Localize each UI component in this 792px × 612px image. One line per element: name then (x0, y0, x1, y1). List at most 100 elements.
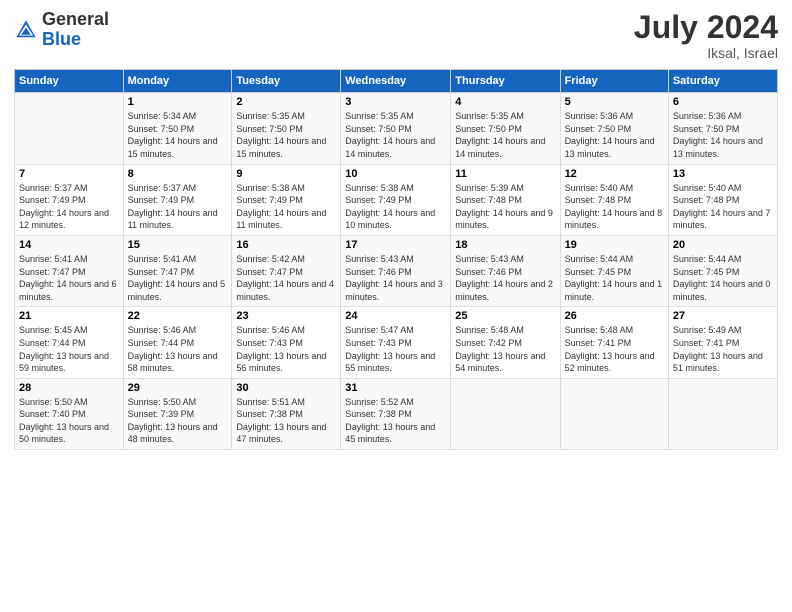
logo-general: General (42, 9, 109, 29)
day-number: 10 (345, 168, 446, 180)
day-number: 16 (236, 239, 336, 251)
calendar-cell: 22 Sunrise: 5:46 AMSunset: 7:44 PMDayligh… (123, 307, 232, 378)
day-info: Sunrise: 5:43 AMSunset: 7:46 PMDaylight:… (345, 253, 446, 303)
calendar-week-4: 21 Sunrise: 5:45 AMSunset: 7:44 PMDayligh… (15, 307, 778, 378)
day-info: Sunrise: 5:39 AMSunset: 7:48 PMDaylight:… (455, 182, 555, 232)
day-number: 23 (236, 310, 336, 322)
day-info: Sunrise: 5:45 AMSunset: 7:44 PMDaylight:… (19, 324, 119, 374)
day-number: 29 (128, 382, 228, 394)
logo-blue: Blue (42, 29, 81, 49)
calendar-weekday-saturday: Saturday (668, 70, 777, 93)
calendar-cell (668, 378, 777, 449)
day-number: 19 (565, 239, 664, 251)
day-number: 1 (128, 96, 228, 108)
calendar-weekday-sunday: Sunday (15, 70, 124, 93)
day-number: 7 (19, 168, 119, 180)
page: General Blue July 2024 Iksal, Israel Sun… (0, 0, 792, 612)
calendar-weekday-monday: Monday (123, 70, 232, 93)
calendar-cell: 25Sunrise: 5:48 AMSunset: 7:42 PMDayligh… (451, 307, 560, 378)
calendar-weekday-friday: Friday (560, 70, 668, 93)
day-info: Sunrise: 5:46 AMSunset: 7:43 PMDaylight:… (236, 324, 336, 374)
day-info: Sunrise: 5:37 AMSunset: 7:49 PMDaylight:… (128, 182, 228, 232)
calendar-cell (451, 378, 560, 449)
day-info: Sunrise: 5:35 AMSunset: 7:50 PMDaylight:… (236, 110, 336, 160)
day-number: 27 (673, 310, 773, 322)
day-info: Sunrise: 5:36 AMSunset: 7:50 PMDaylight:… (673, 110, 773, 160)
calendar-week-2: 7 Sunrise: 5:37 AMSunset: 7:49 PMDaylight… (15, 164, 778, 235)
calendar-weekday-tuesday: Tuesday (232, 70, 341, 93)
header: General Blue July 2024 Iksal, Israel (14, 10, 778, 61)
day-number: 8 (128, 168, 228, 180)
logo: General Blue (14, 10, 109, 50)
day-info: Sunrise: 5:36 AMSunset: 7:50 PMDaylight:… (565, 110, 664, 160)
calendar-cell: 29Sunrise: 5:50 AMSunset: 7:39 PMDayligh… (123, 378, 232, 449)
calendar-cell: 15 Sunrise: 5:41 AMSunset: 7:47 PMDayligh… (123, 235, 232, 306)
day-number: 4 (455, 96, 555, 108)
day-number: 25 (455, 310, 555, 322)
day-info: Sunrise: 5:35 AMSunset: 7:50 PMDaylight:… (345, 110, 446, 160)
calendar-cell: 3 Sunrise: 5:35 AMSunset: 7:50 PMDaylight… (341, 93, 451, 164)
day-number: 28 (19, 382, 119, 394)
calendar-cell: 21 Sunrise: 5:45 AMSunset: 7:44 PMDayligh… (15, 307, 124, 378)
day-info: Sunrise: 5:51 AMSunset: 7:38 PMDaylight:… (236, 396, 336, 446)
calendar-cell: 6 Sunrise: 5:36 AMSunset: 7:50 PMDaylight… (668, 93, 777, 164)
calendar-cell: 18Sunrise: 5:43 AMSunset: 7:46 PMDayligh… (451, 235, 560, 306)
day-number: 15 (128, 239, 228, 251)
calendar-cell: 30Sunrise: 5:51 AMSunset: 7:38 PMDayligh… (232, 378, 341, 449)
day-number: 22 (128, 310, 228, 322)
day-number: 9 (236, 168, 336, 180)
calendar-cell: 24Sunrise: 5:47 AMSunset: 7:43 PMDayligh… (341, 307, 451, 378)
day-info: Sunrise: 5:38 AMSunset: 7:49 PMDaylight:… (345, 182, 446, 232)
day-number: 21 (19, 310, 119, 322)
day-info: Sunrise: 5:41 AMSunset: 7:47 PMDaylight:… (128, 253, 228, 303)
calendar-week-3: 14 Sunrise: 5:41 AMSunset: 7:47 PMDayligh… (15, 235, 778, 306)
calendar-weekday-wednesday: Wednesday (341, 70, 451, 93)
day-number: 11 (455, 168, 555, 180)
day-info: Sunrise: 5:40 AMSunset: 7:48 PMDaylight:… (673, 182, 773, 232)
day-info: Sunrise: 5:35 AMSunset: 7:50 PMDaylight:… (455, 110, 555, 160)
day-info: Sunrise: 5:44 AMSunset: 7:45 PMDaylight:… (673, 253, 773, 303)
day-number: 5 (565, 96, 664, 108)
day-info: Sunrise: 5:41 AMSunset: 7:47 PMDaylight:… (19, 253, 119, 303)
calendar-cell: 23 Sunrise: 5:46 AMSunset: 7:43 PMDayligh… (232, 307, 341, 378)
day-info: Sunrise: 5:46 AMSunset: 7:44 PMDaylight:… (128, 324, 228, 374)
day-number: 20 (673, 239, 773, 251)
day-info: Sunrise: 5:40 AMSunset: 7:48 PMDaylight:… (565, 182, 664, 232)
calendar-cell: 7 Sunrise: 5:37 AMSunset: 7:49 PMDaylight… (15, 164, 124, 235)
calendar-cell: 26Sunrise: 5:48 AMSunset: 7:41 PMDayligh… (560, 307, 668, 378)
day-number: 14 (19, 239, 119, 251)
day-number: 17 (345, 239, 446, 251)
calendar-week-1: 1Sunrise: 5:34 AMSunset: 7:50 PMDaylight… (15, 93, 778, 164)
calendar-cell: 12 Sunrise: 5:40 AMSunset: 7:48 PMDayligh… (560, 164, 668, 235)
day-info: Sunrise: 5:44 AMSunset: 7:45 PMDaylight:… (565, 253, 664, 303)
calendar-week-5: 28 Sunrise: 5:50 AMSunset: 7:40 PMDayligh… (15, 378, 778, 449)
day-number: 3 (345, 96, 446, 108)
calendar-cell: 11 Sunrise: 5:39 AMSunset: 7:48 PMDayligh… (451, 164, 560, 235)
calendar-cell: 13 Sunrise: 5:40 AMSunset: 7:48 PMDayligh… (668, 164, 777, 235)
calendar-header-row: SundayMondayTuesdayWednesdayThursdayFrid… (15, 70, 778, 93)
calendar-cell: 31Sunrise: 5:52 AMSunset: 7:38 PMDayligh… (341, 378, 451, 449)
day-info: Sunrise: 5:50 AMSunset: 7:40 PMDaylight:… (19, 396, 119, 446)
day-info: Sunrise: 5:43 AMSunset: 7:46 PMDaylight:… (455, 253, 555, 303)
calendar-cell: 16 Sunrise: 5:42 AMSunset: 7:47 PMDayligh… (232, 235, 341, 306)
calendar-cell: 9Sunrise: 5:38 AMSunset: 7:49 PMDaylight… (232, 164, 341, 235)
calendar-cell: 8 Sunrise: 5:37 AMSunset: 7:49 PMDaylight… (123, 164, 232, 235)
logo-icon (14, 18, 38, 42)
calendar-cell (15, 93, 124, 164)
day-number: 26 (565, 310, 664, 322)
day-info: Sunrise: 5:42 AMSunset: 7:47 PMDaylight:… (236, 253, 336, 303)
day-number: 6 (673, 96, 773, 108)
calendar-cell: 2Sunrise: 5:35 AMSunset: 7:50 PMDaylight… (232, 93, 341, 164)
day-number: 13 (673, 168, 773, 180)
calendar-cell: 14 Sunrise: 5:41 AMSunset: 7:47 PMDayligh… (15, 235, 124, 306)
calendar-cell: 19 Sunrise: 5:44 AMSunset: 7:45 PMDayligh… (560, 235, 668, 306)
day-number: 12 (565, 168, 664, 180)
calendar-cell: 5 Sunrise: 5:36 AMSunset: 7:50 PMDaylight… (560, 93, 668, 164)
calendar-cell: 28 Sunrise: 5:50 AMSunset: 7:40 PMDayligh… (15, 378, 124, 449)
day-info: Sunrise: 5:49 AMSunset: 7:41 PMDaylight:… (673, 324, 773, 374)
calendar-cell: 1Sunrise: 5:34 AMSunset: 7:50 PMDaylight… (123, 93, 232, 164)
calendar-weekday-thursday: Thursday (451, 70, 560, 93)
calendar-cell: 4 Sunrise: 5:35 AMSunset: 7:50 PMDaylight… (451, 93, 560, 164)
calendar-cell: 27 Sunrise: 5:49 AMSunset: 7:41 PMDayligh… (668, 307, 777, 378)
day-info: Sunrise: 5:37 AMSunset: 7:49 PMDaylight:… (19, 182, 119, 232)
